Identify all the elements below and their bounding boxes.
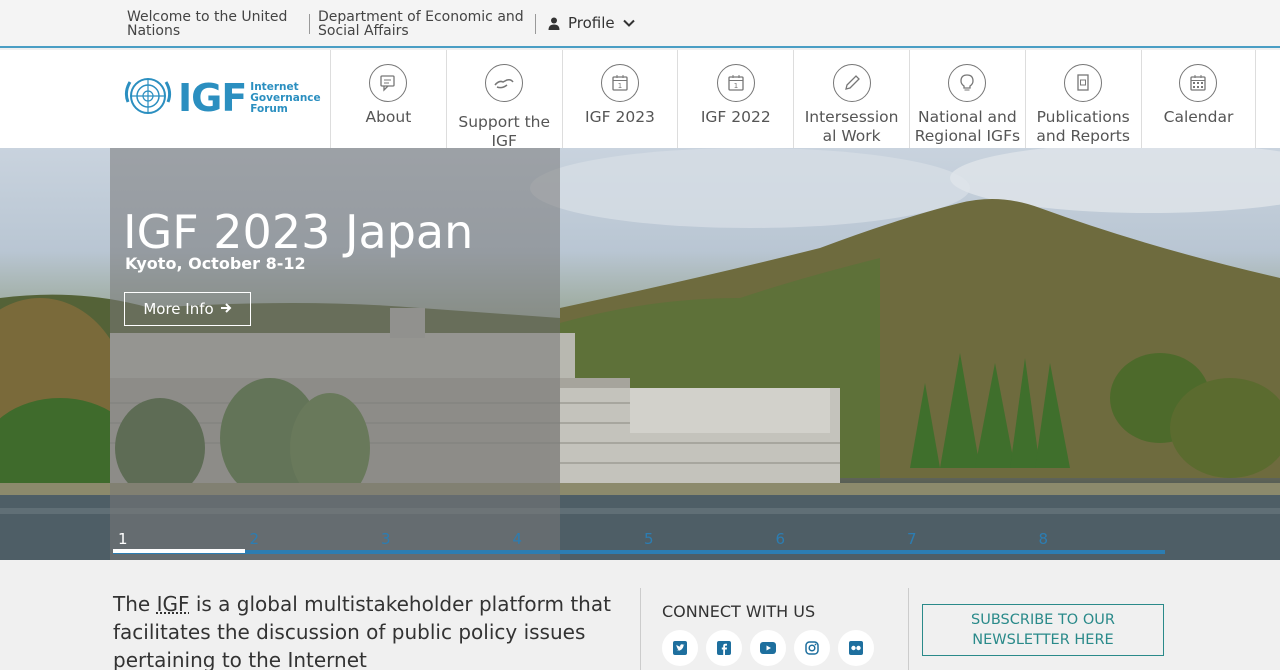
document-icon [1064,64,1103,102]
chevron-down-icon [622,19,635,27]
nav-items: About Support the IGF 1 IGF 2023 1 IGF 2… [330,50,1257,150]
nav-label: Intersessional Work [804,108,899,145]
flickr-icon[interactable] [838,630,874,666]
slide-dot-4[interactable]: 4 [513,530,523,548]
arrow-right-icon [220,300,232,318]
hero-title: IGF 2023 Japan [123,205,474,259]
hero-carousel: IGF 2023 Japan Kyoto, October 8-12 More … [0,148,1280,560]
subscribe-newsletter-button[interactable]: SUBSCRIBE TO OUR NEWSLETTER HERE [922,604,1164,656]
user-icon [548,17,560,30]
divider [535,14,536,34]
nav-item-intersessional[interactable]: Intersessional Work [793,50,909,148]
nav-item-publications[interactable]: Publications and Reports [1024,50,1141,148]
info-strip: The IGF is a global multistakeholder pla… [0,570,1280,670]
about-igf-text: The IGF is a global multistakeholder pla… [113,590,633,670]
un-welcome-link[interactable]: Welcome to the United Nations [127,10,302,38]
desa-link[interactable]: Department of Economic and Social Affair… [318,10,533,38]
calendar-1-icon: 1 [716,64,755,102]
chat-icon [369,64,408,102]
divider [640,588,641,670]
nav-label: IGF 2022 [700,108,771,126]
profile-label: Profile [568,14,615,32]
nav-label: About [365,108,412,126]
calendar-grid-icon [1179,64,1218,102]
nav-item-calendar[interactable]: Calendar [1140,50,1257,148]
logo-sub-line: Forum [250,102,288,115]
profile-menu[interactable]: Profile [548,14,635,32]
slide-dot-8[interactable]: 8 [1039,530,1049,548]
slide-dot-6[interactable]: 6 [776,530,786,548]
slide-dot-3[interactable]: 3 [381,530,391,548]
logo-subtitle: Internet Governance Forum [250,81,320,115]
nav-label: Calendar [1163,108,1234,126]
nav-item-about[interactable]: About [330,50,446,148]
svg-text:1: 1 [734,82,738,90]
youtube-icon[interactable] [750,630,786,666]
divider [309,14,310,34]
slide-dot-7[interactable]: 7 [907,530,917,548]
nav-label: IGF 2023 [585,108,655,126]
slide-dot-2[interactable]: 2 [250,530,260,548]
more-info-button[interactable]: More Info [124,292,251,326]
hero-subtitle: Kyoto, October 8-12 [125,254,306,273]
un-emblem-icon [122,74,174,122]
twitter-icon[interactable] [662,630,698,666]
about-pre: The [113,592,157,616]
igf-logo[interactable]: IGF Internet Governance Forum [122,74,321,122]
nav-label: Publications and Reports [1036,108,1130,145]
more-info-label: More Info [143,300,214,318]
top-bar: Welcome to the United Nations Department… [0,0,1280,48]
logo-text: IGF [178,76,247,120]
nav-item-igf-2023[interactable]: 1 IGF 2023 [561,50,678,148]
slide-dot-1[interactable]: 1 [118,530,128,548]
facebook-icon[interactable] [706,630,742,666]
divider [908,588,909,670]
pencil-icon [832,64,871,102]
calendar-1-icon: 1 [600,64,639,102]
svg-text:1: 1 [618,82,622,90]
nav-label: National and Regional IGFs [914,108,1021,145]
lightbulb-icon [948,64,987,102]
slide-progress-track [113,550,1165,554]
nav-label: Support the IGF [458,113,551,150]
nav-item-support[interactable]: Support the IGF [445,50,562,150]
nav-item-igf-2022[interactable]: 1 IGF 2022 [677,50,793,148]
handshake-icon [485,64,524,102]
igf-abbreviation: IGF [156,592,190,616]
connect-title: CONNECT WITH US [662,602,816,621]
main-nav: IGF Internet Governance Forum About Supp… [0,50,1280,150]
nav-item-national-regional[interactable]: National and Regional IGFs [908,50,1025,148]
slide-dot-5[interactable]: 5 [644,530,654,548]
instagram-icon[interactable] [794,630,830,666]
slide-progress-fill [113,549,245,553]
